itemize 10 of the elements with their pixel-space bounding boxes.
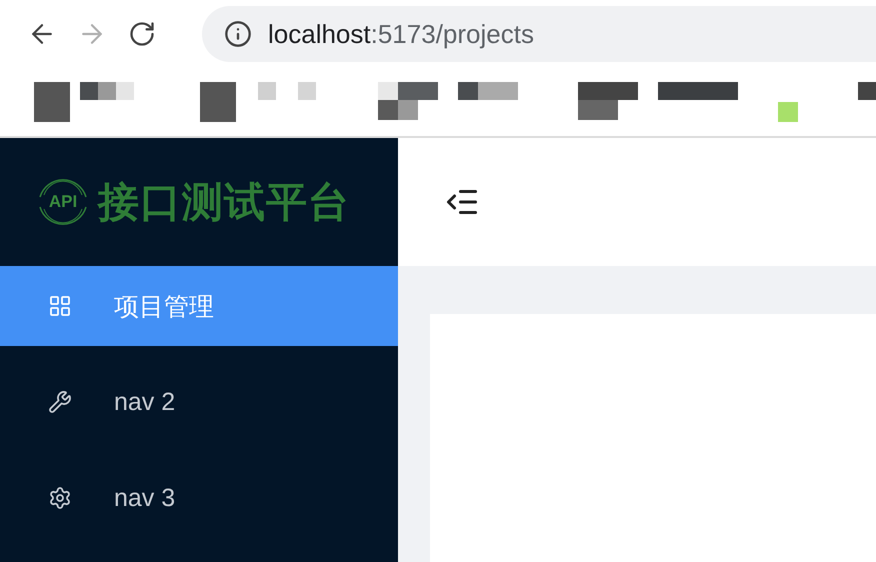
menu-item[interactable]: nav 3 bbox=[0, 458, 398, 538]
url-text: localhost:5173/projects bbox=[268, 18, 534, 50]
address-bar[interactable]: localhost:5173/projects bbox=[202, 6, 876, 62]
menu-item[interactable]: nav 2 bbox=[0, 362, 398, 442]
grid-icon bbox=[48, 294, 72, 318]
info-icon bbox=[224, 20, 252, 48]
logo-badge: API bbox=[36, 173, 90, 231]
settings-icon bbox=[48, 486, 72, 510]
logo-title: 接口测试平台 bbox=[98, 178, 350, 226]
wrench-icon bbox=[48, 390, 72, 414]
